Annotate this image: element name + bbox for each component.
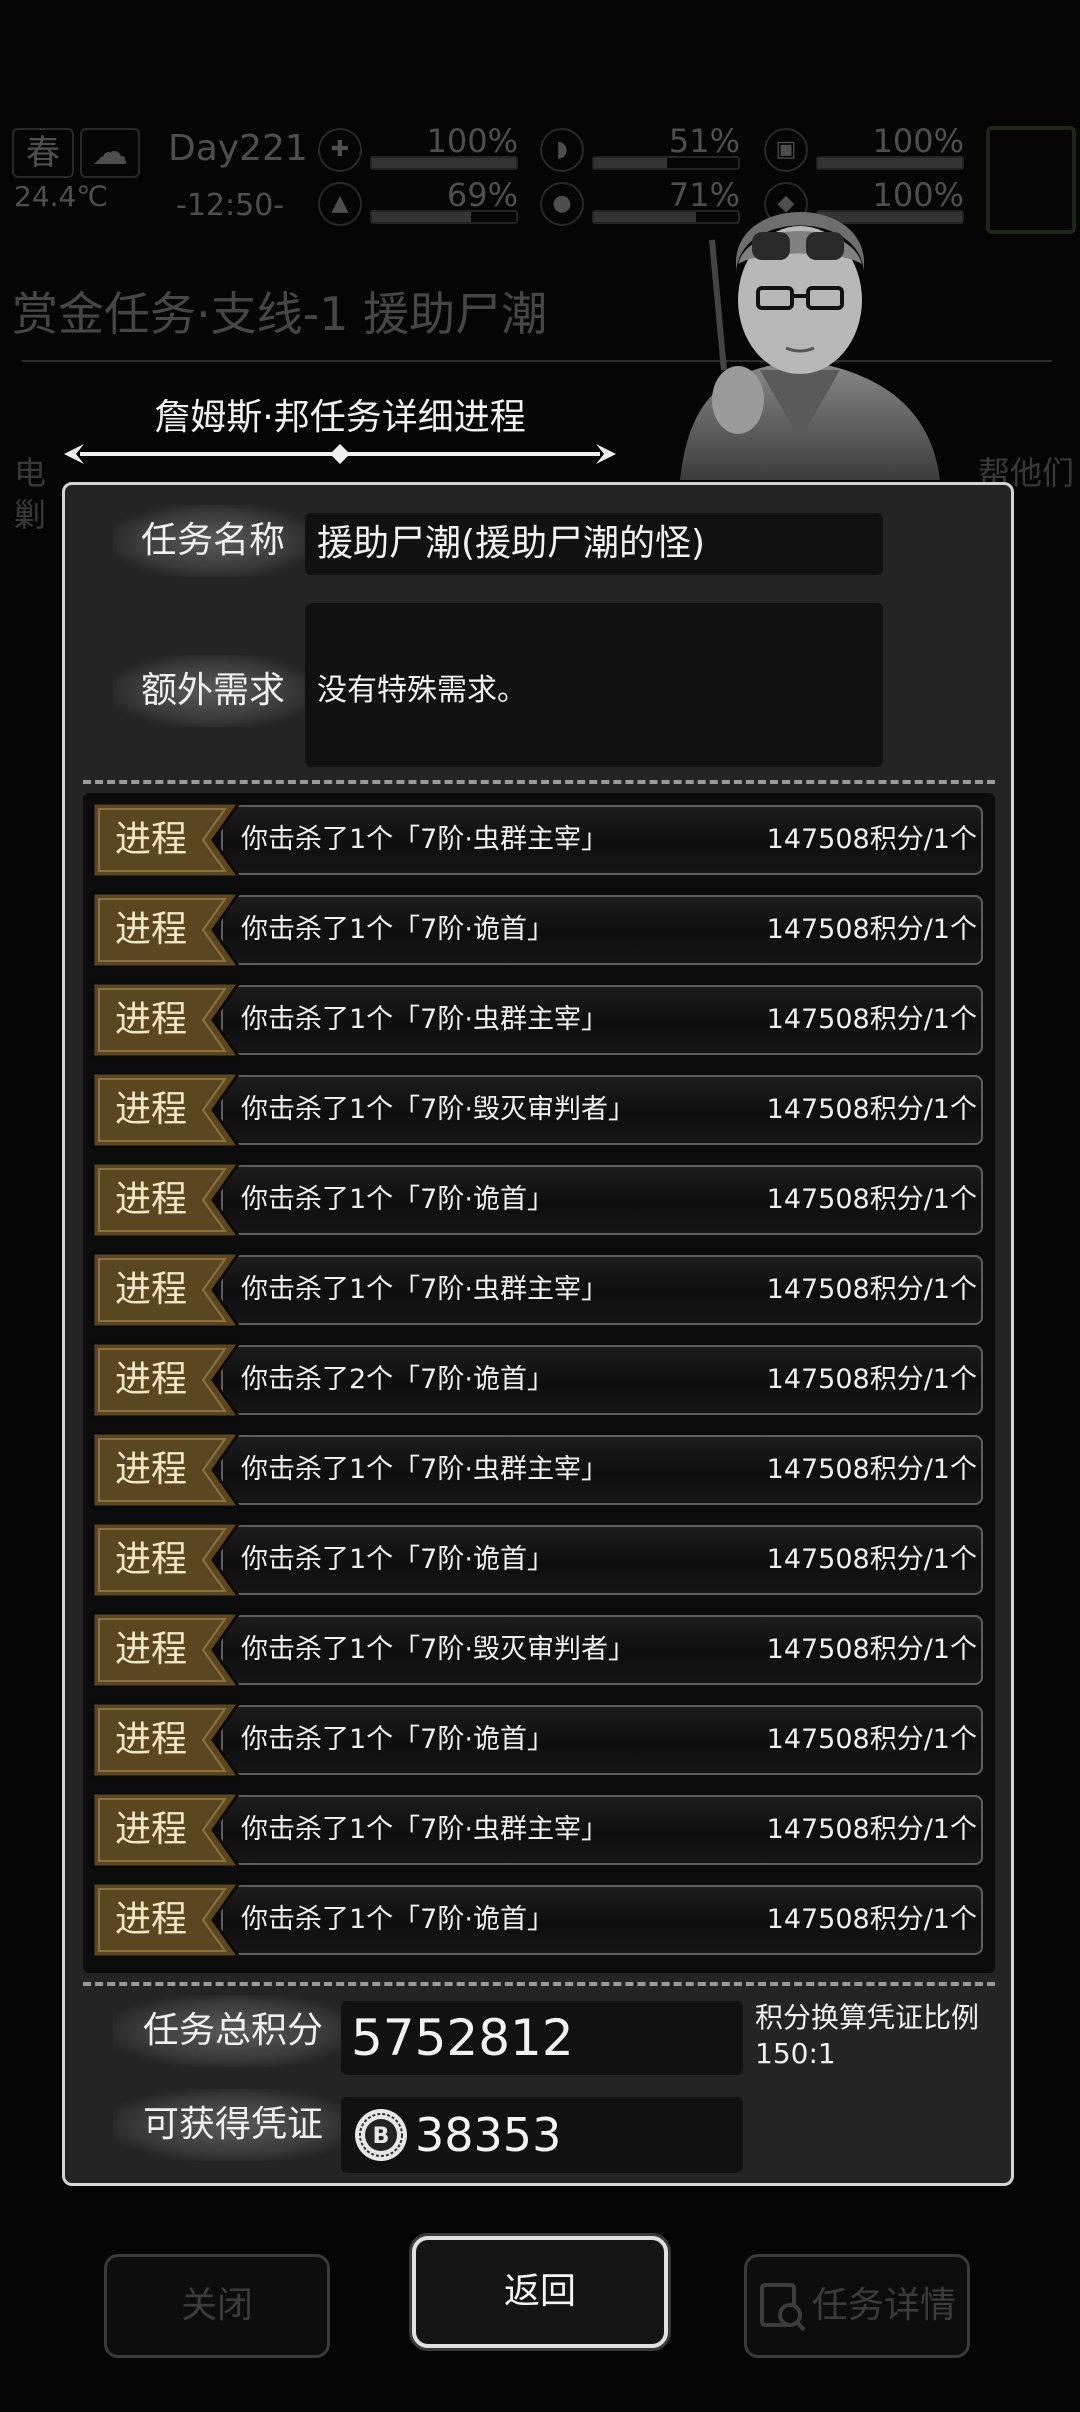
- progress-description: 你击杀了1个「7阶·虫群主宰」: [241, 1004, 608, 1035]
- season-indicator: 春: [12, 128, 74, 178]
- progress-description: 你击杀了1个「7阶·虫群主宰」: [241, 1454, 608, 1485]
- progress-badge-label: 进程: [114, 1179, 187, 1220]
- svg-text:B: B: [373, 2124, 390, 2149]
- thermometer-icon: ▲: [318, 182, 362, 226]
- progress-points: 147508积分/1个: [766, 1454, 977, 1485]
- progress-points: 147508积分/1个: [766, 1904, 977, 1935]
- voucher-value: 38353: [415, 2108, 562, 2162]
- progress-points: 147508积分/1个: [766, 1184, 977, 1215]
- progress-points: 147508积分/1个: [766, 1814, 977, 1845]
- health-bar: [370, 156, 518, 170]
- progress-points: 147508积分/1个: [766, 1544, 977, 1575]
- progress-badge-label: 进程: [114, 1449, 187, 1490]
- progress-description: 你击杀了2个「7阶·诡首」: [241, 1364, 554, 1395]
- header-ribbon-ornament: [64, 444, 616, 464]
- progress-description: 你击杀了1个「7阶·诡首」: [241, 1184, 554, 1215]
- progress-description: 你击杀了1个「7阶·诡首」: [241, 1904, 554, 1935]
- progress-row: 进程 你击杀了1个「7阶·虫群主宰」 147508积分/1个: [91, 1251, 983, 1329]
- back-button[interactable]: 返回: [412, 2236, 668, 2348]
- time-readout: -12:50-: [176, 188, 285, 223]
- progress-badge-label: 进程: [114, 909, 187, 950]
- progress-description: 你击杀了1个「7阶·诡首」: [241, 1724, 554, 1755]
- progress-points: 147508积分/1个: [766, 1274, 977, 1305]
- armor-bar: [816, 156, 964, 170]
- total-points-field: 5752812: [341, 2001, 743, 2075]
- close-button: 关闭: [104, 2254, 330, 2358]
- task-detail-icon: [759, 2283, 806, 2332]
- progress-row: 进程 你击杀了1个「7阶·诡首」 147508积分/1个: [91, 891, 983, 969]
- medkit-icon: ✚: [318, 128, 362, 172]
- extra-requirement-label: 额外需求: [113, 655, 313, 727]
- progress-badge-label: 进程: [114, 1539, 187, 1580]
- progress-points: 147508积分/1个: [766, 1724, 977, 1755]
- progress-badge-label: 进程: [114, 1359, 187, 1400]
- progress-description: 你击杀了1个「7阶·毁灭审判者」: [241, 1094, 635, 1125]
- equipment-slot: [986, 126, 1076, 234]
- progress-points: 147508积分/1个: [766, 1364, 977, 1395]
- shield-icon: ▣: [764, 128, 808, 172]
- progress-row: 进程 你击杀了1个「7阶·虫群主宰」 147508积分/1个: [91, 801, 983, 879]
- progress-badge-label: 进程: [114, 1809, 187, 1850]
- health-stat: ✚ 100%: [318, 122, 518, 172]
- progress-row: 进程 你击杀了1个「7阶·虫群主宰」 147508积分/1个: [91, 1431, 983, 1509]
- progress-row: 进程 你击杀了1个「7阶·虫群主宰」 147508积分/1个: [91, 981, 983, 1059]
- progress-points: 147508积分/1个: [766, 914, 977, 945]
- progress-description: 你击杀了1个「7阶·诡首」: [241, 914, 554, 945]
- progress-badge-label: 进程: [114, 1629, 187, 1670]
- voucher-field: B 38353: [341, 2097, 743, 2173]
- voucher-coin-icon: B: [355, 2109, 407, 2161]
- temperature-stat: ▲ 69%: [318, 176, 518, 226]
- progress-list[interactable]: 进程 你击杀了1个「7阶·虫群主宰」 147508积分/1个 进程 你击杀了1个「7阶·…: [83, 793, 995, 1973]
- voucher-label: 可获得凭证: [113, 2089, 353, 2161]
- progress-description: 你击杀了1个「7阶·毁灭审判者」: [241, 1634, 635, 1665]
- temperature-bar: [370, 210, 518, 224]
- hunger-bar: [592, 156, 740, 170]
- background-quest-title: 赏金任务·支线-1 援助尸潮: [12, 287, 548, 341]
- progress-description: 你击杀了1个「7阶·虫群主宰」: [241, 824, 608, 855]
- task-name-label: 任务名称: [113, 505, 313, 577]
- conversion-ratio-value: 150:1: [755, 2037, 836, 2070]
- water-drop-icon: ●: [540, 182, 584, 226]
- stomach-icon: ◗: [540, 128, 584, 172]
- progress-points: 147508积分/1个: [766, 1094, 977, 1125]
- section-divider: [83, 1982, 995, 1986]
- progress-row: 进程 你击杀了2个「7阶·诡首」 147508积分/1个: [91, 1341, 983, 1419]
- progress-badge-label: 进程: [114, 1899, 187, 1940]
- task-detail-button: 任务详情: [744, 2254, 970, 2358]
- conversion-ratio-label: 积分换算凭证比例: [755, 2001, 980, 2034]
- progress-badge-label: 进程: [114, 819, 187, 860]
- npc-portrait: [640, 180, 960, 480]
- progress-points: 147508积分/1个: [766, 1004, 977, 1035]
- progress-row: 进程 你击杀了1个「7阶·诡首」 147508积分/1个: [91, 1701, 983, 1779]
- progress-row: 进程 你击杀了1个「7阶·诡首」 147508积分/1个: [91, 1161, 983, 1239]
- progress-badge-label: 进程: [114, 1719, 187, 1760]
- day-counter: Day221: [168, 128, 308, 169]
- progress-points: 147508积分/1个: [766, 824, 977, 855]
- dialog-header-title: 詹姆斯·邦任务详细进程: [154, 397, 526, 438]
- total-points-label: 任务总积分: [113, 1995, 353, 2067]
- section-divider: [83, 780, 995, 784]
- temperature-readout: 24.4℃: [14, 180, 108, 213]
- progress-badge-label: 进程: [114, 1089, 187, 1130]
- progress-badge-label: 进程: [114, 999, 187, 1040]
- cloud-rain-icon: ☁: [80, 128, 140, 178]
- armor-stat: ▣ 100%: [764, 122, 964, 172]
- extra-requirement-field: 没有特殊需求。: [305, 603, 883, 767]
- task-name-field: 援助尸潮(援助尸潮的怪): [305, 513, 883, 575]
- progress-row: 进程 你击杀了1个「7阶·虫群主宰」 147508积分/1个: [91, 1791, 983, 1869]
- progress-description: 你击杀了1个「7阶·虫群主宰」: [241, 1274, 608, 1305]
- progress-description: 你击杀了1个「7阶·虫群主宰」: [241, 1814, 608, 1845]
- hunger-stat: ◗ 51%: [540, 122, 740, 172]
- task-progress-dialog: 任务名称 援助尸潮(援助尸潮的怪) 额外需求 没有特殊需求。 进程你击杀了1个「…: [62, 482, 1014, 2186]
- progress-description: 你击杀了1个「7阶·诡首」: [241, 1544, 554, 1575]
- progress-row: 进程 你击杀了1个「7阶·诡首」 147508积分/1个: [91, 1881, 983, 1959]
- progress-points: 147508积分/1个: [766, 1634, 977, 1665]
- progress-row: 进程 你击杀了1个「7阶·诡首」 147508积分/1个: [91, 1521, 983, 1599]
- progress-row: 进程 你击杀了1个「7阶·毁灭审判者」 147508积分/1个: [91, 1071, 983, 1149]
- progress-badge-label: 进程: [114, 1269, 187, 1310]
- progress-row: 进程 你击杀了1个「7阶·毁灭审判者」 147508积分/1个: [91, 1611, 983, 1689]
